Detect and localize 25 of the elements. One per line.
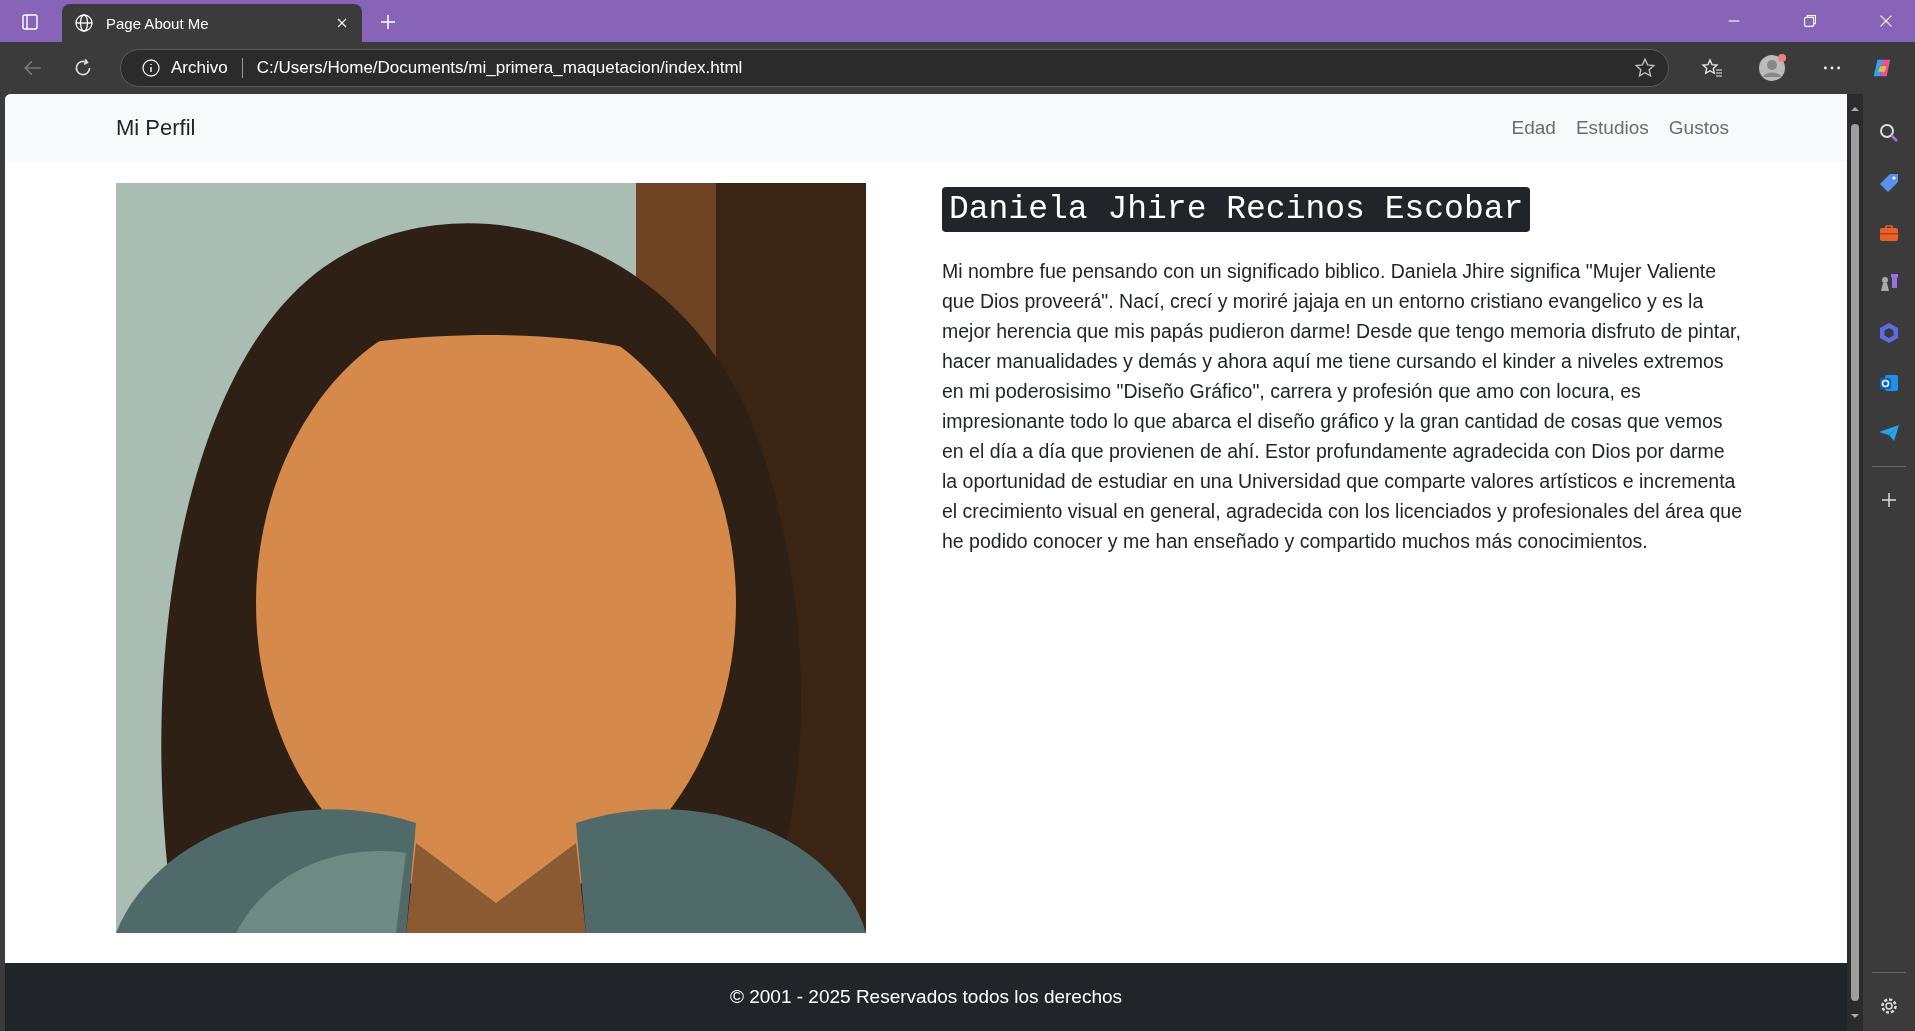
restore-icon[interactable] bbox=[1801, 12, 1819, 30]
scroll-up-icon[interactable] bbox=[1850, 104, 1860, 114]
tab-actions-icon[interactable] bbox=[20, 12, 40, 32]
nav-link[interactable]: Edad bbox=[1511, 117, 1556, 139]
biography: Mi nombre fue pensando con un significado biblico. Daniela Jhire significa "Mujer Valiente que Dios proveerá". Nací, crecí y moriré jajaja en un entorno cristiano evangelico y es la mejor herencia que mis papás pudieron darme! Desde que tengo memoria disfruto de pintar, hacer manualidades y demás y ahora aquí me tiene cursando el kinder a niveles extremos en mi poderosisimo "Diseño Gráfico", carrera y profesión que amo con locura, es impresionante todo lo que abarca el diseño gráfico y la gran cantidad de cosas que vemos en el día a día que provienen de ahí. Estor profundamente agradecida con Dios por darme la oportunidad de estudiar en una Universidad que comparte valores artísticos e incrementa el crecimiento visual en general, agradecida con los licenciados y profesionales del área que he podido conocer y me han enseñado y compartido muchos más conocimientos. bbox=[942, 259, 1742, 554]
profile-name: Daniela Jhire Recinos Escobar bbox=[942, 187, 1531, 232]
globe-icon bbox=[74, 13, 94, 33]
address-bar[interactable]: Archivo C:/Users/Home/Documents/mi_primera_maquetacion/index.html bbox=[120, 49, 1669, 87]
scrollbar[interactable] bbox=[1847, 94, 1863, 1031]
address-label: Archivo bbox=[171, 58, 228, 78]
copyright-text: © 2001 - 2025 Reservados todos los derechos bbox=[729, 986, 1123, 1008]
new-tab-icon[interactable] bbox=[378, 12, 398, 32]
profile-avatar-icon[interactable] bbox=[1757, 53, 1787, 83]
nav-link[interactable]: Estudios bbox=[1575, 117, 1649, 139]
url-text: C:/Users/Home/Documents/mi_primera_maquetacion/index.html bbox=[256, 58, 744, 78]
hexagon-logo-icon[interactable] bbox=[1877, 321, 1901, 345]
navbar-brand[interactable]: Mi Perfil bbox=[116, 115, 196, 141]
browser-tab[interactable]: Page About Me bbox=[62, 4, 362, 42]
nav-link[interactable]: Gustos bbox=[1668, 117, 1729, 139]
favorites-icon[interactable] bbox=[1701, 57, 1723, 79]
star-icon[interactable] bbox=[1634, 57, 1656, 79]
tab-title: Page About Me bbox=[106, 14, 210, 32]
copilot-icon[interactable] bbox=[1871, 57, 1893, 79]
info-icon bbox=[141, 58, 161, 78]
scroll-down-icon[interactable] bbox=[1850, 1011, 1860, 1021]
